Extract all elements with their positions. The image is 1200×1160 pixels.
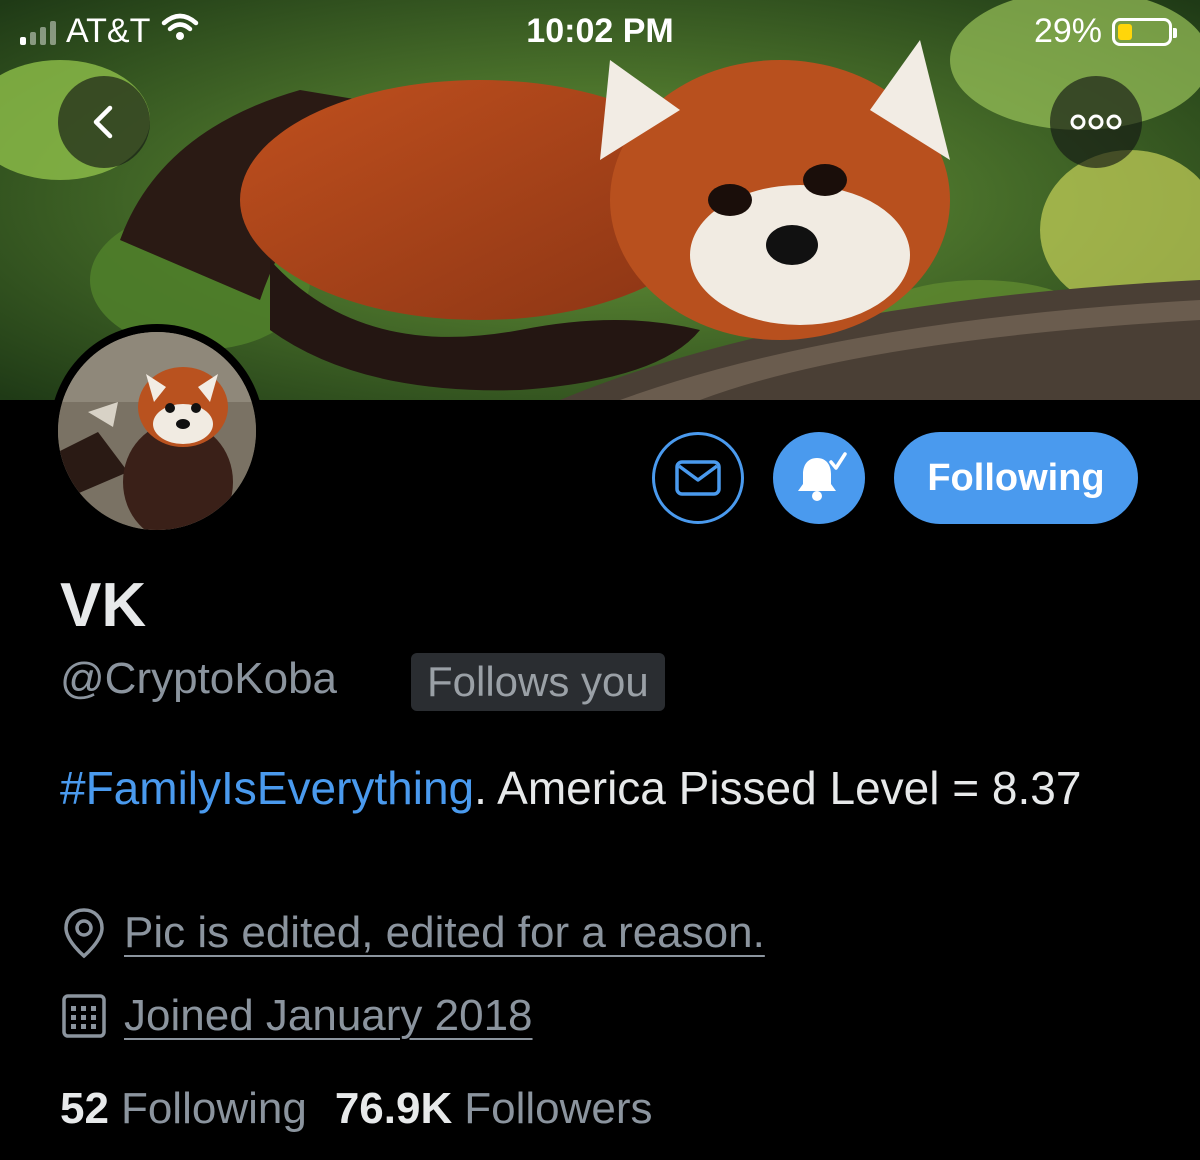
location-pin-icon [64, 908, 104, 959]
profile-bio: #FamilyIsEverything. America Pissed Leve… [60, 752, 1160, 824]
back-button[interactable] [58, 76, 150, 168]
following-count: 52 [60, 1084, 109, 1133]
more-options-button[interactable] [1050, 76, 1142, 168]
avatar[interactable] [50, 324, 264, 538]
profile-handle: @CryptoKoba [60, 654, 338, 703]
followers-count: 76.9K [334, 1084, 453, 1133]
battery-percent: 29% [1033, 12, 1102, 50]
location-link[interactable]: Pic is edited, edited for a reason. [124, 908, 765, 958]
follow-stats: 52 Following 76.9K Followers [60, 1084, 653, 1134]
ellipsis-icon [1070, 114, 1122, 130]
bio-hashtag-link[interactable]: #FamilyIsEverything [60, 762, 474, 814]
status-right: 29% [1033, 12, 1177, 51]
clock: 10:02 PM [526, 12, 674, 50]
following-label: Following [120, 1084, 307, 1133]
avatar-image [58, 332, 256, 530]
battery-icon [1112, 17, 1177, 46]
envelope-icon [675, 460, 721, 496]
followers-label: Followers [464, 1084, 653, 1133]
bell-check-icon [798, 452, 847, 501]
bio-text: . America Pissed Level = 8.37 [474, 762, 1082, 814]
following-stat[interactable]: 52 Following [60, 1084, 307, 1134]
calendar-icon [62, 994, 106, 1038]
followers-stat[interactable]: 76.9K Followers [335, 1084, 653, 1134]
location-row: Pic is edited, edited for a reason. [60, 906, 765, 960]
joined-row: Joined January 2018 [60, 990, 533, 1042]
follows-you-badge: Follows you [411, 653, 665, 711]
battery-fill [1118, 23, 1132, 40]
chevron-left-icon [93, 105, 113, 139]
profile-name: VK [60, 571, 147, 640]
notifications-button[interactable] [773, 432, 865, 524]
status-bar: AT&T 10:02 PM 29% [0, 0, 1200, 62]
joined-date: Joined January 2018 [124, 991, 533, 1040]
following-button[interactable]: Following [894, 432, 1138, 524]
message-button[interactable] [652, 432, 744, 524]
